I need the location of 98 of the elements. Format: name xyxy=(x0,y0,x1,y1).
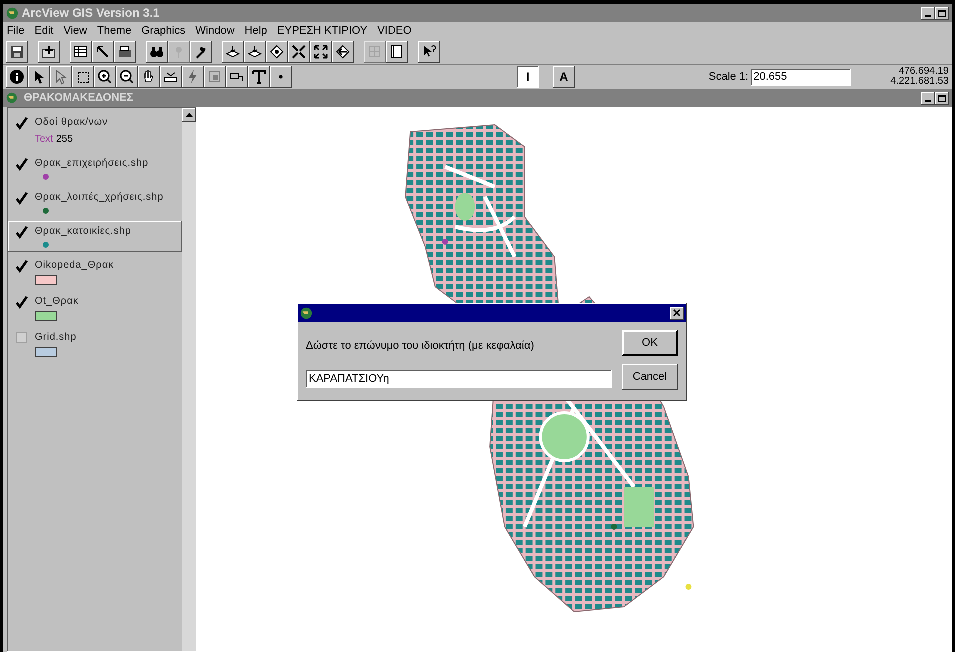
text-style-button[interactable]: A xyxy=(553,66,575,88)
scale-field[interactable]: 20.655 xyxy=(750,68,851,86)
layer-name: Θρακ_λοιπές_χρήσεις.shp xyxy=(35,191,164,205)
dot-icon xyxy=(279,75,283,79)
tool-button[interactable] xyxy=(6,66,28,88)
tool-button[interactable] xyxy=(116,66,138,88)
legend-item[interactable]: Οδοί θρακ/νων Text 255 xyxy=(8,112,182,150)
view-title: ΘΡΑΚΟΜΑΚΕΔΟΝΕΣ xyxy=(24,90,134,106)
layer-name: Oikopeda_Θρακ xyxy=(35,259,114,273)
scale-label: Scale 1: xyxy=(708,70,749,85)
tool-button[interactable] xyxy=(28,66,50,88)
toolbar-button[interactable] xyxy=(114,41,136,63)
maximize-button[interactable] xyxy=(935,92,949,104)
tool-button[interactable] xyxy=(94,66,116,88)
menu-item[interactable]: Help xyxy=(244,22,268,40)
toolbar-button[interactable] xyxy=(386,41,408,63)
legend-item[interactable]: Ot_Θρακ xyxy=(8,291,182,324)
toolbar-button[interactable] xyxy=(222,41,244,63)
tool-button[interactable] xyxy=(204,66,226,88)
page-icon xyxy=(389,44,405,60)
layer-name: Θρακ_επιχειρήσεις.shp xyxy=(35,157,149,171)
arrows-outward-icon xyxy=(313,44,329,60)
minimize-button[interactable] xyxy=(921,92,935,104)
text-tool-icon xyxy=(251,69,267,85)
symbol-label: Text xyxy=(35,133,54,147)
arrows-inward-icon xyxy=(291,44,307,60)
tool-button[interactable] xyxy=(182,66,204,88)
table-icon xyxy=(73,44,89,60)
maximize-button[interactable] xyxy=(935,6,949,20)
layer-name: Οδοί θρακ/νων xyxy=(35,116,108,130)
zoom-out-icon xyxy=(119,69,135,85)
checkmark-icon[interactable] xyxy=(15,296,29,310)
text-style-button[interactable]: I xyxy=(517,66,539,88)
scrollbar[interactable] xyxy=(182,108,196,651)
layer-name: Ot_Θρακ xyxy=(35,295,79,309)
toolbar-button[interactable] xyxy=(418,41,440,63)
menu-item[interactable]: Graphics xyxy=(142,22,186,40)
tool-button[interactable] xyxy=(50,66,72,88)
legend-item[interactable]: Oikopeda_Θρακ xyxy=(8,255,182,288)
legend-item[interactable]: Θρακ_λοιπές_χρήσεις.shp xyxy=(8,187,182,218)
toolbar-button[interactable] xyxy=(70,41,92,63)
toolbar-button[interactable] xyxy=(146,41,168,63)
minimize-button[interactable] xyxy=(921,6,935,20)
layers-icon xyxy=(247,44,263,60)
tool-button[interactable] xyxy=(226,66,248,88)
dialog-button[interactable]: OK xyxy=(622,330,678,356)
toolbar-button[interactable] xyxy=(266,41,288,63)
grid-icon xyxy=(367,44,383,60)
menu-item[interactable]: View xyxy=(64,22,88,40)
toolbar-button[interactable] xyxy=(332,41,354,63)
menu-item[interactable]: Window xyxy=(196,22,235,40)
dialog-button[interactable]: Cancel xyxy=(622,364,678,390)
tool-button[interactable] xyxy=(72,66,94,88)
toolbar-button[interactable] xyxy=(190,41,212,63)
binoculars-icon xyxy=(149,44,165,60)
menu-item[interactable]: ΕΥΡΕΣΗ ΚΤΙΡΙΟΥ xyxy=(277,22,368,40)
toolbar-button[interactable] xyxy=(6,41,28,63)
toolbar-button[interactable] xyxy=(310,41,332,63)
menu-item[interactable]: File xyxy=(7,22,25,40)
printer-icon xyxy=(117,44,133,60)
toolbar-button[interactable] xyxy=(288,41,310,63)
close-button[interactable] xyxy=(670,306,684,320)
tool-button[interactable] xyxy=(270,66,292,88)
prompt-text: Δώστε το επώνυμο του ιδιοκτήτη (με κεφαλαία) xyxy=(306,339,536,354)
coordinate-readout: 476.694.19 xyxy=(898,67,949,77)
area-select-icon xyxy=(207,69,223,85)
checkmark-icon[interactable] xyxy=(15,192,29,206)
legend-item[interactable]: Θρακ_επιχειρήσεις.shp xyxy=(8,153,182,184)
checkbox[interactable] xyxy=(16,332,27,343)
checkmark-icon[interactable] xyxy=(15,226,29,240)
layer-name: Grid.shp xyxy=(35,331,77,345)
checkmark-icon[interactable] xyxy=(15,260,29,274)
layer-name: Θρακ_κατοικίες.shp xyxy=(35,225,132,239)
window-title: ArcView GIS Version 3.1 xyxy=(22,5,160,22)
tool-button[interactable] xyxy=(160,66,182,88)
legend-item[interactable]: Θρακ_κατοικίες.shp xyxy=(8,221,182,252)
checkmark-icon[interactable] xyxy=(15,158,29,172)
coordinate-readout: 4.221.681.53 xyxy=(890,77,949,87)
arrow-left-icon xyxy=(335,44,351,60)
toolbar-button[interactable] xyxy=(92,41,114,63)
zoom-in-icon xyxy=(97,69,113,85)
tool-button[interactable] xyxy=(138,66,160,88)
scroll-up-icon xyxy=(186,113,192,117)
help-pointer-icon xyxy=(421,44,437,60)
toolbar-button[interactable] xyxy=(38,41,60,63)
input-field[interactable]: ΚΑΡΑΠΑΤΣΙΟΥη xyxy=(306,370,612,388)
info-icon xyxy=(9,69,25,85)
menu-item[interactable]: VIDEO xyxy=(378,22,412,40)
plus-icon xyxy=(41,44,57,60)
checkmark-icon[interactable] xyxy=(15,117,29,131)
toolbar-button[interactable] xyxy=(244,41,266,63)
layers-icon xyxy=(225,44,241,60)
tool-button[interactable] xyxy=(248,66,270,88)
close-icon xyxy=(673,309,681,317)
legend-item[interactable]: Grid.shp xyxy=(8,327,182,360)
menu-item[interactable]: Edit xyxy=(34,22,54,40)
menu-item[interactable]: Theme xyxy=(97,22,132,40)
symbol-value: 255 xyxy=(56,133,74,147)
